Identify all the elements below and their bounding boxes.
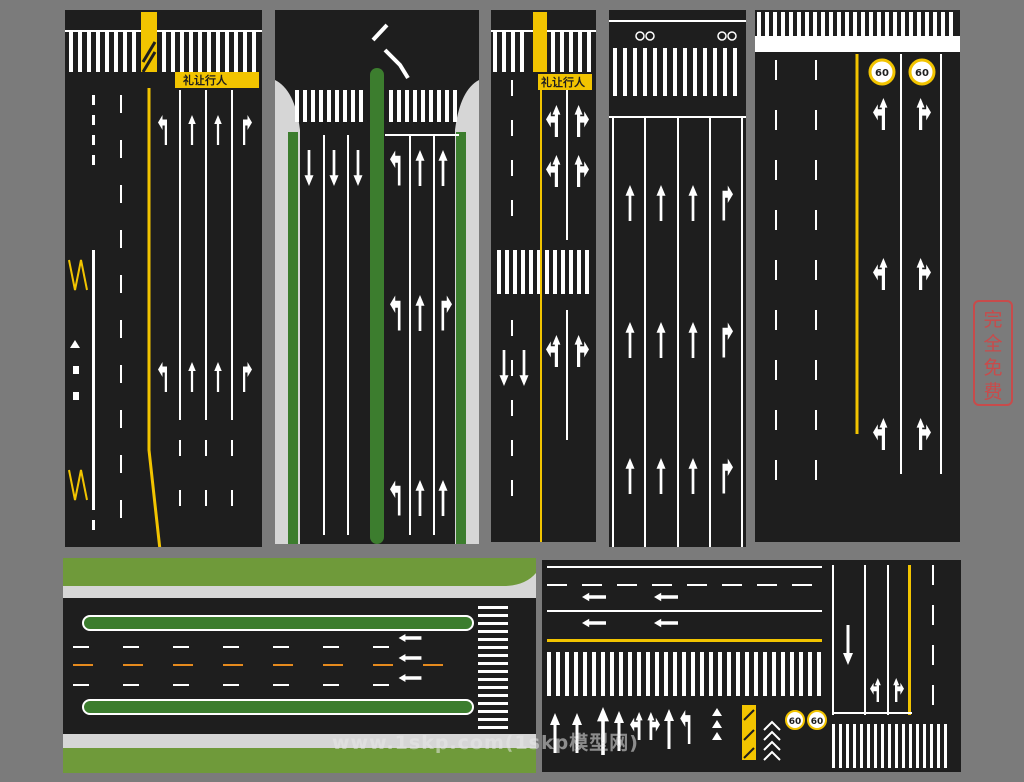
bike-icon bbox=[635, 31, 737, 41]
road-panel-3: 礼让行人 bbox=[491, 10, 596, 542]
road-panel-5: 60 60 bbox=[755, 10, 960, 542]
watermark: www.1skp.com(1skp模型网) bbox=[332, 732, 639, 754]
crosswalk bbox=[755, 12, 960, 52]
median-greenbelt bbox=[288, 132, 298, 544]
road-panel-5-markings: 60 60 bbox=[755, 12, 960, 480]
road-panel-1-markings: 礼让行人 bbox=[65, 12, 262, 547]
yellow-center-line bbox=[147, 88, 162, 547]
zigzag-marking bbox=[68, 259, 88, 501]
median-greenbelt bbox=[82, 615, 474, 631]
road-panel-2 bbox=[275, 10, 479, 544]
road-panel-2-markings bbox=[275, 23, 479, 544]
road-panel-1: 礼让行人 bbox=[65, 10, 262, 547]
svg-text:60: 60 bbox=[875, 68, 889, 79]
svg-text:60: 60 bbox=[915, 68, 929, 79]
road-panel-3-markings: 礼让行人 bbox=[491, 12, 596, 542]
free-stamp: 完 全 免 费 bbox=[973, 300, 1013, 406]
speed-limit-text: 60 bbox=[789, 717, 802, 727]
edge-dashes bbox=[92, 95, 95, 530]
crosswalk bbox=[65, 30, 262, 72]
road-panel-4 bbox=[609, 10, 746, 547]
yellow-center-line bbox=[547, 639, 822, 642]
yield-sign-text: 礼让行人 bbox=[541, 75, 586, 89]
speed-limit-text: 60 bbox=[811, 717, 824, 727]
yield-sign-text: 礼让行人 bbox=[183, 73, 228, 87]
road-panel-4-markings bbox=[609, 20, 746, 547]
